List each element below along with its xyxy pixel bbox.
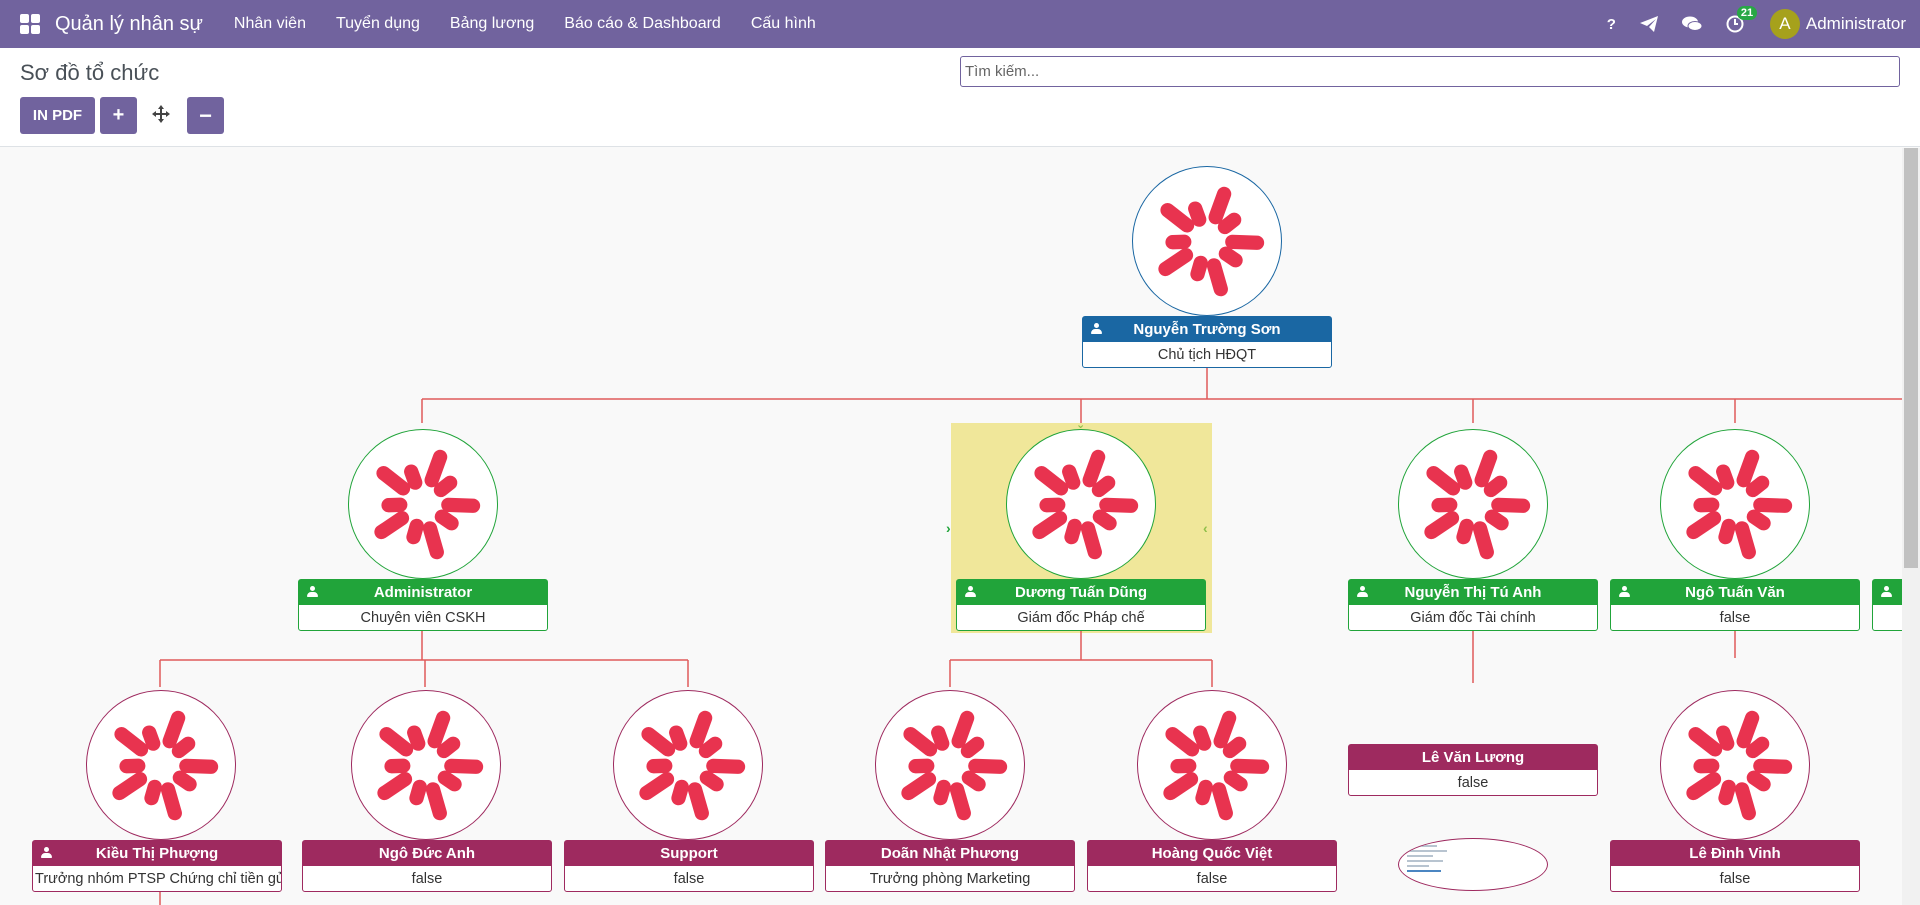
zoom-out-button[interactable]: − bbox=[187, 97, 224, 134]
top-navbar: Quản lý nhân sự Nhân viên Tuyển dụng Bản… bbox=[0, 0, 1920, 48]
node-card-level1-selected[interactable]: Dương Tuấn Dũng Giám đốc Pháp chế bbox=[956, 579, 1206, 631]
menu-recruitment[interactable]: Tuyển dụng bbox=[321, 15, 435, 33]
user-icon bbox=[41, 847, 52, 859]
default-avatar-icon bbox=[639, 710, 746, 821]
node-title: false bbox=[1719, 609, 1751, 626]
node-name: Lê Văn Lương bbox=[1421, 749, 1525, 766]
menu-employees[interactable]: Nhân viên bbox=[219, 15, 321, 33]
zoom-in-button[interactable]: + bbox=[100, 97, 137, 134]
node-title: Chủ tịch HĐQT bbox=[1157, 346, 1257, 363]
default-avatar-icon bbox=[377, 710, 484, 821]
node-card-level2[interactable]: Kiều Thị Phượng Trưởng nhóm PTSP Chứng c… bbox=[32, 840, 282, 892]
user-icon bbox=[1881, 586, 1892, 598]
node-name: Doãn Nhật Phương bbox=[880, 845, 1020, 862]
node-photo-level2[interactable] bbox=[875, 690, 1025, 840]
node-name: Ngô Tuấn Văn bbox=[1685, 584, 1785, 601]
node-title: false bbox=[1457, 774, 1489, 791]
node-photo-level1[interactable] bbox=[1398, 429, 1548, 579]
node-card-level2[interactable]: Support false bbox=[564, 840, 814, 892]
default-avatar-icon bbox=[374, 449, 481, 560]
default-avatar-icon bbox=[112, 710, 219, 821]
node-title: Chuyên viên CSKH bbox=[360, 609, 486, 626]
user-icon bbox=[307, 586, 318, 598]
user-icon bbox=[1619, 586, 1630, 598]
node-photo-level1[interactable] bbox=[1006, 429, 1156, 579]
node-name: Hoàng Quốc Việt bbox=[1151, 845, 1273, 862]
node-name: Support bbox=[660, 845, 718, 862]
control-panel: Sơ đồ tổ chức IN PDF + − bbox=[0, 48, 1920, 147]
default-avatar-icon bbox=[1424, 449, 1531, 560]
search-input[interactable] bbox=[960, 56, 1900, 87]
node-photo-level1[interactable] bbox=[1660, 429, 1810, 579]
menu-payroll[interactable]: Bảng lương bbox=[435, 15, 549, 33]
node-card-level2[interactable]: Ngô Đức Anh false bbox=[302, 840, 552, 892]
org-chart-canvas[interactable]: › ‹ ⌄ ⌃ Nguyễn Trường Sơn Chủ tịch HĐQT … bbox=[0, 148, 1920, 905]
node-card-level2[interactable]: Lê Đình Vinh false bbox=[1610, 840, 1860, 892]
node-title: false bbox=[673, 870, 705, 887]
node-title: Trưởng phòng Marketing bbox=[869, 870, 1031, 887]
default-avatar-icon bbox=[1032, 449, 1139, 560]
node-photo-level1[interactable] bbox=[348, 429, 498, 579]
node-name: Kiều Thị Phượng bbox=[95, 845, 219, 862]
node-name: Nguyễn Thị Tú Anh bbox=[1404, 584, 1542, 601]
apps-grid-icon[interactable] bbox=[20, 14, 40, 34]
node-title: false bbox=[1719, 870, 1751, 887]
chat-icon[interactable] bbox=[1681, 16, 1702, 32]
scrollbar-thumb[interactable] bbox=[1904, 148, 1918, 568]
node-photo-root[interactable] bbox=[1132, 166, 1282, 316]
default-avatar-icon bbox=[1158, 186, 1265, 297]
activity-count-badge: 21 bbox=[1736, 6, 1758, 20]
help-icon[interactable]: ? bbox=[1607, 16, 1616, 33]
node-name: Dương Tuấn Dũng bbox=[1014, 584, 1148, 601]
default-avatar-icon bbox=[1686, 449, 1793, 560]
help-label: ? bbox=[1606, 15, 1616, 33]
node-name: Administrator bbox=[373, 584, 473, 601]
node-name: Nguyễn Trường Sơn bbox=[1133, 321, 1281, 338]
avatar[interactable]: A bbox=[1769, 9, 1800, 39]
node-photo-level2[interactable] bbox=[351, 690, 501, 840]
default-avatar-icon bbox=[1163, 710, 1270, 821]
print-pdf-button[interactable]: IN PDF bbox=[20, 97, 95, 134]
node-card-level1[interactable]: Ngô Tuấn Văn false bbox=[1610, 579, 1860, 631]
user-icon bbox=[1091, 323, 1102, 335]
user-icon bbox=[1357, 586, 1368, 598]
node-photo-level2[interactable] bbox=[613, 690, 763, 840]
vertical-scrollbar[interactable] bbox=[1902, 148, 1920, 905]
paper-plane-icon[interactable] bbox=[1639, 16, 1658, 32]
user-icon bbox=[965, 586, 976, 598]
node-card-level2[interactable]: Hoàng Quốc Việt false bbox=[1087, 840, 1337, 892]
node-title: false bbox=[411, 870, 443, 887]
node-card-level1[interactable]: Administrator Chuyên viên CSKH bbox=[298, 579, 548, 631]
node-photo-level2[interactable] bbox=[86, 690, 236, 840]
node-card-level2[interactable]: Doãn Nhật Phương Trưởng phòng Marketing bbox=[825, 840, 1075, 892]
app-brand[interactable]: Quản lý nhân sự bbox=[55, 13, 203, 36]
node-title: false bbox=[1196, 870, 1228, 887]
activity-clock-icon[interactable]: 21 bbox=[1726, 6, 1758, 33]
user-name[interactable]: Administrator bbox=[1806, 14, 1906, 34]
node-photo-level2[interactable] bbox=[1137, 690, 1287, 840]
node-name: Lê Đình Vinh bbox=[1689, 845, 1781, 862]
node-title: Trưởng nhóm PTSP Chứng chỉ tiền gửi bbox=[35, 870, 281, 887]
node-card-level2[interactable]: Lê Văn Lương false bbox=[1348, 744, 1598, 796]
node-title: Giám đốc Tài chính bbox=[1410, 609, 1536, 626]
node-photo-level2[interactable] bbox=[1660, 690, 1810, 840]
default-avatar-icon bbox=[901, 710, 1008, 821]
node-photo-document-thumbnail[interactable] bbox=[1398, 838, 1548, 891]
node-card-root[interactable]: Nguyễn Trường Sơn Chủ tịch HĐQT bbox=[1082, 316, 1332, 368]
node-card-level1[interactable]: Nguyễn Thị Tú Anh Giám đốc Tài chính bbox=[1348, 579, 1598, 631]
move-arrows-icon[interactable] bbox=[150, 103, 172, 125]
default-avatar-icon bbox=[1686, 710, 1793, 821]
node-name: Ngô Đức Anh bbox=[378, 845, 476, 862]
node-title: Giám đốc Pháp chế bbox=[1017, 609, 1145, 626]
page-title: Sơ đồ tổ chức bbox=[20, 60, 160, 85]
menu-configuration[interactable]: Cấu hình bbox=[736, 15, 831, 33]
menu-reports[interactable]: Báo cáo & Dashboard bbox=[549, 15, 736, 33]
